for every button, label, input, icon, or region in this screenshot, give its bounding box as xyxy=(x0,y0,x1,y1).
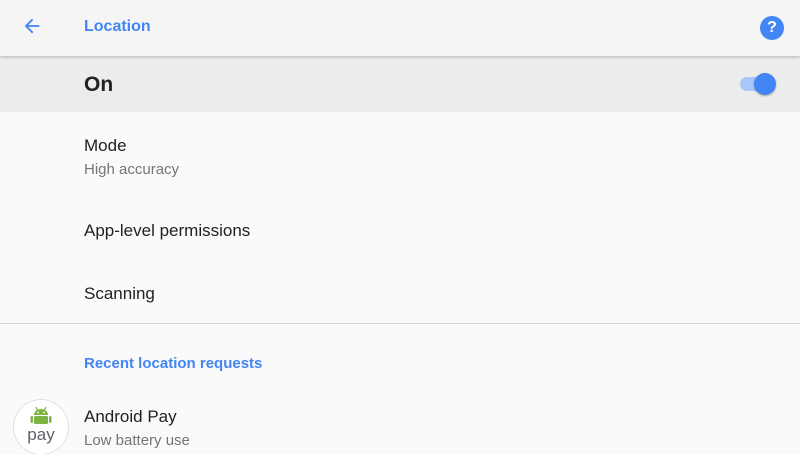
arrow-back-icon xyxy=(21,15,43,42)
mode-title: Mode xyxy=(84,136,127,155)
help-button[interactable]: ? xyxy=(760,16,784,40)
page-title: Location xyxy=(84,18,151,35)
help-icon: ? xyxy=(767,19,777,36)
section-divider xyxy=(0,323,800,324)
mode-setting[interactable]: Mode High accuracy xyxy=(0,112,800,192)
back-button[interactable] xyxy=(16,14,48,42)
location-toggle[interactable] xyxy=(740,73,776,95)
app-level-permissions-setting[interactable]: App-level permissions xyxy=(0,200,800,260)
pay-logo-text: pay xyxy=(27,425,55,444)
location-master-switch-row[interactable]: On xyxy=(0,56,800,112)
app-bar: Location ? xyxy=(0,0,800,56)
mode-value: High accuracy xyxy=(84,161,180,178)
android-pay-icon: pay xyxy=(14,400,68,454)
master-switch-label: On xyxy=(84,73,114,96)
recent-request-battery-use: Low battery use xyxy=(84,432,190,449)
recent-location-requests-header: Recent location requests xyxy=(84,355,263,372)
toggle-thumb xyxy=(754,73,776,95)
recent-request-app-name: Android Pay xyxy=(84,407,177,426)
scanning-title: Scanning xyxy=(84,284,155,303)
app-level-permissions-title: App-level permissions xyxy=(84,221,251,240)
scanning-setting[interactable]: Scanning xyxy=(0,262,800,322)
recent-request-item[interactable]: Android Pay Low battery use xyxy=(0,390,800,450)
android-robot-icon xyxy=(30,406,52,424)
